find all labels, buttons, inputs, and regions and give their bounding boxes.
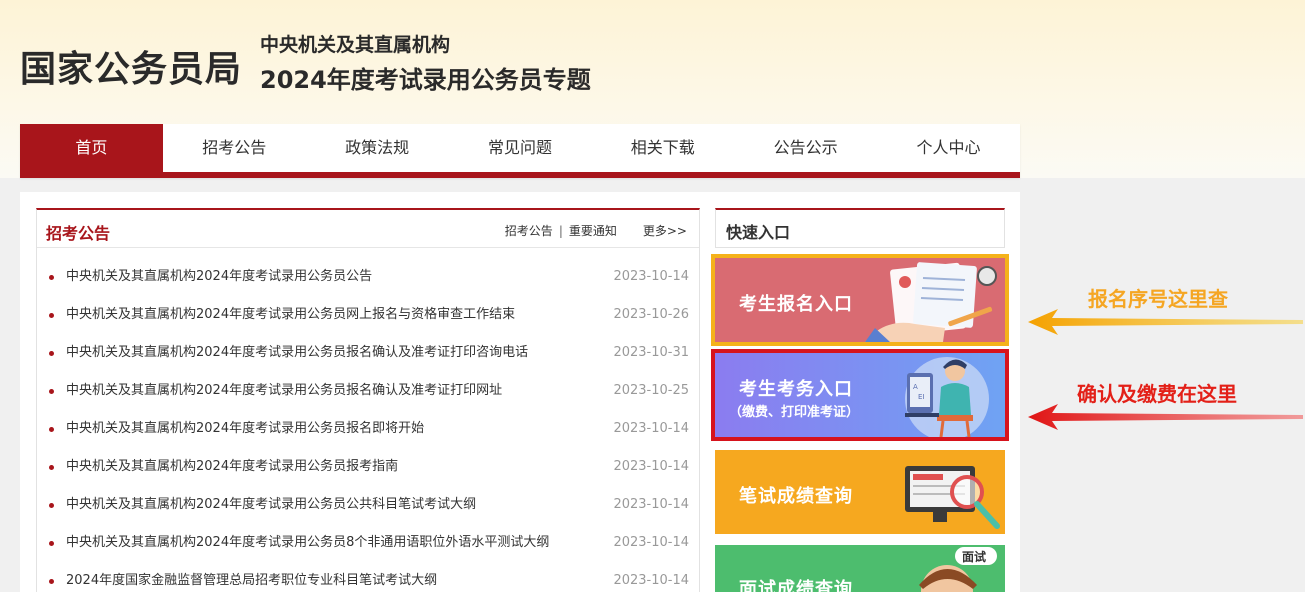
main-nav: 首页 招考公告 政策法规 常见问题 相关下载 公告公示 个人中心 <box>20 124 1020 178</box>
interview-badge-label: 面试 <box>962 550 987 564</box>
link-announcements[interactable]: 招考公告 <box>505 222 553 239</box>
nav-faq[interactable]: 常见问题 <box>449 124 592 172</box>
news-panel: 招考公告 招考公告 | 重要通知 更多>> 中央机关及其直属机构2024年度考试… <box>36 208 700 592</box>
bullet-icon <box>49 313 54 318</box>
list-item[interactable]: 中央机关及其直属机构2024年度考试录用公务员报名确认及准考证打印网址 2023-… <box>37 372 699 410</box>
news-links: 招考公告 | 重要通知 更多>> <box>505 222 687 239</box>
nav-downloads[interactable]: 相关下载 <box>591 124 734 172</box>
news-item-date: 2023-10-14 <box>613 459 689 474</box>
nav-personal-center[interactable]: 个人中心 <box>877 124 1020 172</box>
interview-score-query-card[interactable]: 面试 面试成绩查询 <box>715 545 1005 592</box>
nav-policies[interactable]: 政策法规 <box>306 124 449 172</box>
news-item-date: 2023-10-26 <box>613 307 689 322</box>
news-item-date: 2023-10-25 <box>613 383 689 398</box>
svg-text:EI: EI <box>918 393 925 401</box>
quick-access-title: 快速入口 <box>726 223 791 242</box>
site-brand: 国家公务员局 <box>20 49 243 90</box>
bullet-icon <box>49 389 54 394</box>
bullet-icon <box>49 351 54 356</box>
list-item[interactable]: 中央机关及其直属机构2024年度考试录用公务员8个非通用语职位外语水平测试大纲 2… <box>37 524 699 562</box>
interview-score-query-label[interactable]: 面试成绩查询 <box>739 575 853 592</box>
bullet-icon <box>49 427 54 432</box>
news-item-title[interactable]: 中央机关及其直属机构2024年度考试录用公务员公共科目笔试考试大纲 <box>66 497 476 512</box>
list-item[interactable]: 中央机关及其直属机构2024年度考试录用公务员报名确认及准考证打印咨询电话 202… <box>37 334 699 372</box>
news-item-title[interactable]: 2024年度国家金融监督管理总局招考职位专业科目笔试考试大纲 <box>66 573 437 588</box>
news-item-title[interactable]: 中央机关及其直属机构2024年度考试录用公务员报考指南 <box>66 459 398 474</box>
svg-text:A: A <box>913 383 918 391</box>
nav-announcements[interactable]: 招考公告 <box>163 124 306 172</box>
arrow1-annotation: 报名序号这里查 <box>1088 287 1228 311</box>
nav-notices[interactable]: 公告公示 <box>734 124 877 172</box>
list-item[interactable]: 中央机关及其直属机构2024年度考试录用公务员报考指南 2023-10-14 <box>37 448 699 486</box>
bullet-icon <box>49 541 54 546</box>
exam-affairs-entry-sublabel: （缴费、打印准考证） <box>729 405 860 420</box>
link-important-notices[interactable]: 重要通知 <box>569 222 617 239</box>
exam-affairs-entry-label[interactable]: 考生考务入口 <box>739 375 853 401</box>
news-item-date: 2023-10-14 <box>613 421 689 436</box>
exam-affairs-entry-card[interactable]: A EI 考生考务入口 （缴费、打印准考证） <box>711 349 1009 441</box>
news-item-title[interactable]: 中央机关及其直属机构2024年度考试录用公务员公告 <box>66 269 372 284</box>
registration-entry-card[interactable]: 考生报名入口 <box>711 254 1009 346</box>
news-item-title[interactable]: 中央机关及其直属机构2024年度考试录用公务员报名确认及准考证打印咨询电话 <box>66 345 528 360</box>
list-item[interactable]: 中央机关及其直属机构2024年度考试录用公务员网上报名与资格审查工作结束 2023… <box>37 296 699 334</box>
bullet-icon <box>49 275 54 280</box>
written-score-query-label[interactable]: 笔试成绩查询 <box>739 482 853 508</box>
list-item[interactable]: 中央机关及其直属机构2024年度考试录用公务员公共科目笔试考试大纲 2023-10… <box>37 486 699 524</box>
bullet-icon <box>49 465 54 470</box>
more-link[interactable]: 更多>> <box>643 222 687 239</box>
registration-entry-label[interactable]: 考生报名入口 <box>739 290 853 316</box>
quick-access-header: 快速入口 <box>715 208 1005 248</box>
link-separator: | <box>558 223 563 238</box>
news-item-title[interactable]: 中央机关及其直属机构2024年度考试录用公务员报名即将开始 <box>66 421 424 436</box>
news-item-date: 2023-10-14 <box>613 497 689 512</box>
list-item[interactable]: 2024年度国家金融监督管理总局招考职位专业科目笔试考试大纲 2023-10-14 <box>37 562 699 592</box>
news-item-date: 2023-10-14 <box>613 269 689 284</box>
news-header: 招考公告 招考公告 | 重要通知 更多>> <box>37 210 699 248</box>
bullet-icon <box>49 579 54 584</box>
news-item-date: 2023-10-14 <box>613 573 689 588</box>
news-item-date: 2023-10-14 <box>613 535 689 550</box>
arrow2-annotation: 确认及缴费在这里 <box>1077 382 1237 406</box>
written-score-query-card[interactable]: 笔试成绩查询 <box>715 450 1005 534</box>
news-item-title[interactable]: 中央机关及其直属机构2024年度考试录用公务员网上报名与资格审查工作结束 <box>66 307 515 322</box>
subtitle-line2: 2024年度考试录用公务员专题 <box>260 66 591 94</box>
subtitle-line1: 中央机关及其直属机构 <box>260 34 451 56</box>
news-item-title[interactable]: 中央机关及其直属机构2024年度考试录用公务员报名确认及准考证打印网址 <box>66 383 502 398</box>
news-item-title[interactable]: 中央机关及其直属机构2024年度考试录用公务员8个非通用语职位外语水平测试大纲 <box>66 535 549 550</box>
bullet-icon <box>49 503 54 508</box>
news-list: 中央机关及其直属机构2024年度考试录用公务员公告 2023-10-14 中央机关… <box>37 248 699 592</box>
list-item[interactable]: 中央机关及其直属机构2024年度考试录用公务员公告 2023-10-14 <box>37 258 699 296</box>
news-item-date: 2023-10-31 <box>613 345 689 360</box>
list-item[interactable]: 中央机关及其直属机构2024年度考试录用公务员报名即将开始 2023-10-14 <box>37 410 699 448</box>
news-title: 招考公告 <box>46 224 111 243</box>
nav-home[interactable]: 首页 <box>20 124 163 172</box>
